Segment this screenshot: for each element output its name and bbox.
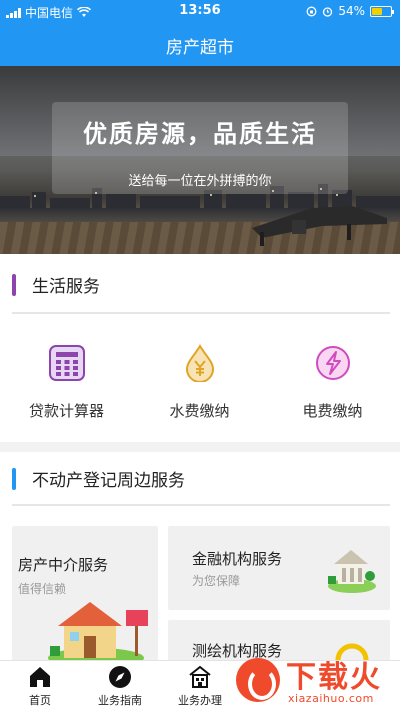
- tab-home-label: 首页: [29, 694, 51, 707]
- agency-service-tile[interactable]: 房产中介服务 值得信赖: [12, 526, 158, 666]
- tab-home[interactable]: 首页: [0, 661, 80, 710]
- water-drop-yen-icon: [185, 344, 214, 383]
- rotation-lock-icon: [306, 6, 317, 16]
- home-icon: [30, 667, 50, 687]
- banner-headline: 优质房源，品质生活: [83, 119, 317, 148]
- life-services-header: 生活服务: [0, 262, 400, 308]
- calculator-icon: [48, 345, 85, 381]
- agency-service-title: 房产中介服务: [18, 556, 109, 574]
- divider: [12, 312, 390, 314]
- water-bill-button[interactable]: 水费缴纳: [133, 344, 266, 421]
- watermark-brand: 下载火: [286, 660, 382, 695]
- top-bar: 中国电信 13:56 54% 房产超市: [0, 0, 400, 66]
- page-title: 房产超市: [166, 38, 234, 58]
- banner-image[interactable]: 优质房源，品质生活 送给每一位在外拼搏的你: [0, 66, 400, 254]
- divider: [12, 504, 390, 506]
- watermark-domain: xiazaihuo.com: [288, 692, 374, 705]
- finance-service-subtitle: 为您保障: [192, 574, 241, 588]
- watermark-logo-icon: [236, 658, 280, 702]
- nearby-services-card: 不动产登记周边服务 房产中介服务 值得信赖 金融机构服务 为您保障 测绘机构服务: [0, 452, 400, 680]
- electricity-bill-button[interactable]: 电费缴纳: [266, 344, 399, 421]
- nearby-services-title: 不动产登记周边服务: [32, 471, 185, 491]
- tab-guide-label: 业务指南: [98, 694, 142, 707]
- building-icon: [189, 665, 211, 688]
- agency-service-subtitle: 值得信赖: [18, 582, 67, 596]
- electricity-bill-label: 电费缴纳: [302, 402, 363, 420]
- battery-percent: 54%: [338, 4, 365, 18]
- loan-calculator-label: 贷款计算器: [28, 402, 104, 420]
- site-watermark: 下载火 xiazaihuo.com: [236, 652, 400, 710]
- compass-icon: [109, 666, 131, 688]
- life-services-title: 生活服务: [32, 277, 100, 297]
- house-illustration: [48, 602, 148, 666]
- status-bar: 中国电信 13:56 54%: [0, 0, 400, 22]
- loan-calculator-button[interactable]: 贷款计算器: [0, 344, 133, 421]
- section-accent-bar: [12, 274, 16, 296]
- nearby-services-header: 不动产登记周边服务: [0, 456, 400, 502]
- alarm-icon: [323, 6, 333, 17]
- life-services-card: 生活服务 贷款计算器 水费缴纳 电费缴纳: [0, 254, 400, 442]
- tab-guide[interactable]: 业务指南: [80, 661, 160, 710]
- banner-subline: 送给每一位在外拼搏的你: [128, 174, 272, 189]
- finance-service-title: 金融机构服务: [192, 550, 283, 568]
- water-bill-label: 水费缴纳: [169, 402, 230, 420]
- lightning-icon: [315, 346, 350, 380]
- battery-icon: [370, 5, 394, 17]
- bank-illustration: [328, 550, 376, 593]
- lounge-chair-illustration: [252, 206, 387, 246]
- tab-business[interactable]: 业务办理: [160, 661, 240, 710]
- section-accent-bar: [12, 468, 16, 490]
- finance-service-tile[interactable]: 金融机构服务 为您保障: [168, 526, 390, 610]
- tab-business-label: 业务办理: [178, 694, 222, 707]
